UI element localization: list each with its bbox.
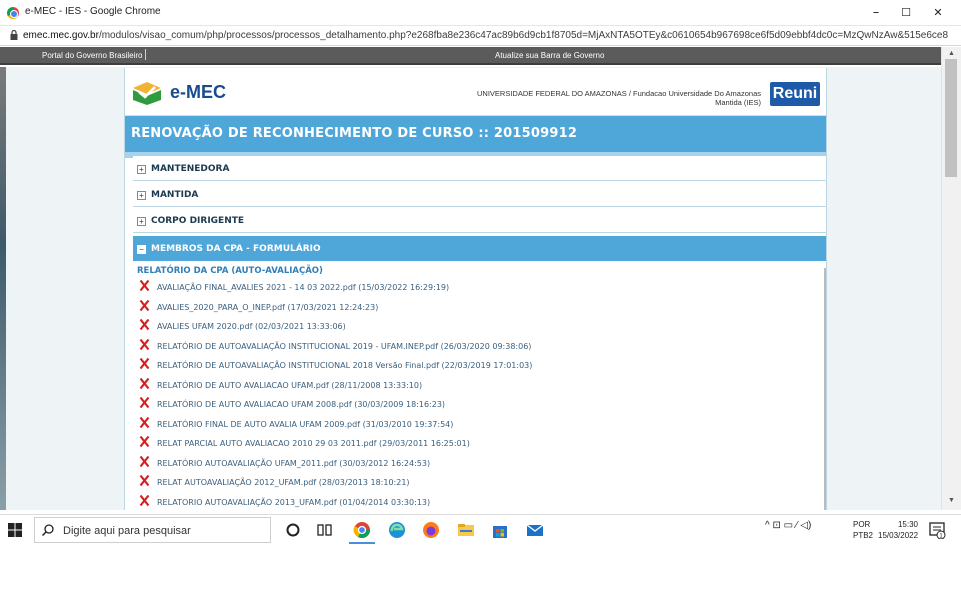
mail-icon[interactable] (526, 521, 544, 539)
report-section-title: RELATÓRIO DA CPA (AUTO-AVALIAÇÃO) (137, 266, 323, 276)
file-link[interactable]: AVALIAÇÃO FINAL_AVALIES 2021 - 14 03 202… (157, 283, 449, 292)
expand-icon[interactable]: + (137, 217, 146, 226)
file-explorer-icon[interactable] (457, 521, 475, 539)
collapse-icon[interactable]: − (137, 245, 146, 254)
url-path: /modulos/visao_comum/php/processos/proce… (98, 30, 948, 41)
taskbar-search-input[interactable]: Digite aqui para pesquisar (34, 517, 271, 543)
file-link[interactable]: RELATÓRIO FINAL DE AUTO AVALIA UFAM 2009… (157, 420, 453, 429)
chrome-active-indicator (349, 542, 375, 544)
institution-name: UNIVERSIDADE FEDERAL DO AMAZONAS / Funda… (445, 89, 761, 107)
file-link[interactable]: RELATÓRIO DE AUTOAVALIAÇÃO INSTITUCIONAL… (157, 361, 532, 370)
firefox-icon[interactable] (422, 521, 440, 539)
url-text[interactable]: emec.mec.gov.br/modulos/visao_comum/php/… (23, 30, 948, 41)
file-link[interactable]: RELATÓRIO AUTOAVALIAÇÃO UFAM_2011.pdf (3… (157, 459, 430, 468)
delete-x-icon[interactable] (139, 357, 150, 370)
minimize-button[interactable]: – (861, 3, 891, 23)
edge-icon[interactable] (388, 521, 406, 539)
emec-logo-text[interactable]: e-MEC (170, 82, 226, 103)
file-link[interactable]: AVALIES UFAM 2020.pdf (02/03/2021 13:33:… (157, 322, 346, 331)
window-title: e-MEC - IES - Google Chrome (25, 6, 161, 17)
chrome-icon (7, 7, 19, 19)
reuni-logo[interactable]: Reuni (770, 82, 820, 106)
institution-line-1: UNIVERSIDADE FEDERAL DO AMAZONAS / Funda… (477, 89, 761, 98)
expand-icon[interactable]: + (137, 165, 146, 174)
windows-taskbar: Digite aqui para pesquisar ^ ⊡ ▭ ⁄ ◁) PO… (0, 514, 961, 544)
gov-separator (145, 49, 146, 60)
gov-portal-link[interactable]: Portal do Governo Brasileiro (42, 51, 143, 60)
scroll-down-icon[interactable]: ▼ (948, 497, 955, 504)
address-bar[interactable]: emec.mec.gov.br/modulos/visao_comum/php/… (0, 26, 961, 46)
section-corpo-dirigente[interactable]: + CORPO DIRIGENTE (133, 208, 826, 233)
file-link[interactable]: RELATÓRIO DE AUTOAVALIAÇÃO INSTITUCIONAL… (157, 342, 531, 351)
delete-x-icon[interactable] (139, 337, 150, 351)
delete-x-icon[interactable] (139, 298, 150, 312)
delete-x-icon[interactable] (139, 493, 150, 507)
lock-icon (10, 30, 18, 40)
inner-scroll-line (824, 268, 826, 510)
delete-x-icon[interactable] (139, 376, 150, 390)
search-icon (42, 524, 54, 536)
section-label[interactable]: CORPO DIRIGENTE (151, 216, 244, 226)
section-membros-cpa[interactable]: − MEMBROS DA CPA - FORMULÁRIO (133, 236, 826, 261)
chrome-taskbar-icon[interactable] (353, 521, 371, 539)
section-mantida[interactable]: + MANTIDA (133, 182, 826, 207)
emec-header: e-MEC UNIVERSIDADE FEDERAL DO AMAZONAS /… (125, 68, 826, 116)
cortana-icon[interactable] (284, 521, 302, 539)
task-view-icon[interactable] (316, 521, 334, 539)
file-link[interactable]: RELATORIO AUTOAVALIAÇÃO 2013_UFAM.pdf (0… (157, 498, 430, 507)
government-bar: Portal do Governo Brasileiro Atualize su… (0, 47, 941, 65)
delete-x-icon[interactable] (139, 435, 150, 448)
delete-x-icon[interactable] (139, 396, 150, 409)
gov-update-link[interactable]: Atualize sua Barra de Governo (495, 51, 604, 60)
system-tray[interactable]: ^ ⊡ ▭ ⁄ ◁) (765, 520, 811, 531)
page-title: RENOVAÇÃO DE RECONHECIMENTO DE CURSO :: … (131, 126, 578, 141)
delete-x-icon[interactable] (139, 318, 150, 331)
vertical-scrollbar[interactable]: ▲ ▼ (941, 47, 961, 510)
delete-x-icon[interactable] (139, 279, 150, 292)
file-link[interactable]: RELATÓRIO DE AUTO AVALIACAO UFAM 2008.pd… (157, 400, 445, 409)
windows-start-icon[interactable] (8, 523, 22, 537)
main-content: e-MEC UNIVERSIDADE FEDERAL DO AMAZONAS /… (124, 68, 827, 510)
expand-icon[interactable]: + (137, 191, 146, 200)
clock-time: 15:30 (897, 520, 918, 529)
delete-x-icon[interactable] (139, 454, 150, 468)
close-button[interactable]: ✕ (923, 3, 953, 23)
search-placeholder: Digite aqui para pesquisar (63, 525, 191, 537)
notification-center-icon[interactable]: 1 (928, 521, 946, 539)
emec-logo-icon (133, 82, 161, 105)
scroll-up-icon[interactable]: ▲ (948, 50, 955, 57)
language-indicator[interactable]: POR PTB2 (853, 519, 873, 541)
keyboard-layout: PTB2 (853, 531, 874, 540)
taskbar-clock[interactable]: 15:30 15/03/2022 (878, 519, 918, 541)
section-label[interactable]: MANTENEDORA (151, 164, 229, 174)
section-label[interactable]: MANTIDA (151, 190, 198, 200)
scroll-thumb[interactable] (945, 59, 957, 177)
clock-date: 15/03/2022 (878, 531, 919, 540)
delete-x-icon[interactable] (139, 415, 150, 429)
section-mantenedora[interactable]: + MANTENEDORA (133, 156, 826, 181)
institution-line-2: Mantida (IES) (715, 98, 761, 107)
file-link[interactable]: RELAT PARCIAL AUTO AVALIACAO 2010 29 03 … (157, 439, 470, 448)
file-link[interactable]: RELATÓRIO DE AUTO AVALIACAO UFAM.pdf (28… (157, 381, 422, 390)
background-image-edge (0, 67, 6, 510)
section-label[interactable]: MEMBROS DA CPA - FORMULÁRIO (151, 244, 321, 254)
browser-titlebar: e-MEC - IES - Google Chrome – ☐ ✕ (0, 0, 961, 26)
store-icon[interactable] (491, 521, 509, 539)
page-title-band: RENOVAÇÃO DE RECONHECIMENTO DE CURSO :: … (125, 116, 826, 152)
file-link[interactable]: RELAT AUTOAVALIAÇÃO 2012_UFAM.pdf (28/03… (157, 478, 410, 487)
delete-x-icon[interactable] (139, 474, 150, 487)
maximize-button[interactable]: ☐ (891, 3, 921, 23)
url-host: emec.mec.gov.br (23, 30, 99, 41)
language-code: POR (853, 520, 871, 529)
file-link[interactable]: AVALIES_2020_PARA_O_INEP.pdf (17/03/2021… (157, 303, 378, 312)
